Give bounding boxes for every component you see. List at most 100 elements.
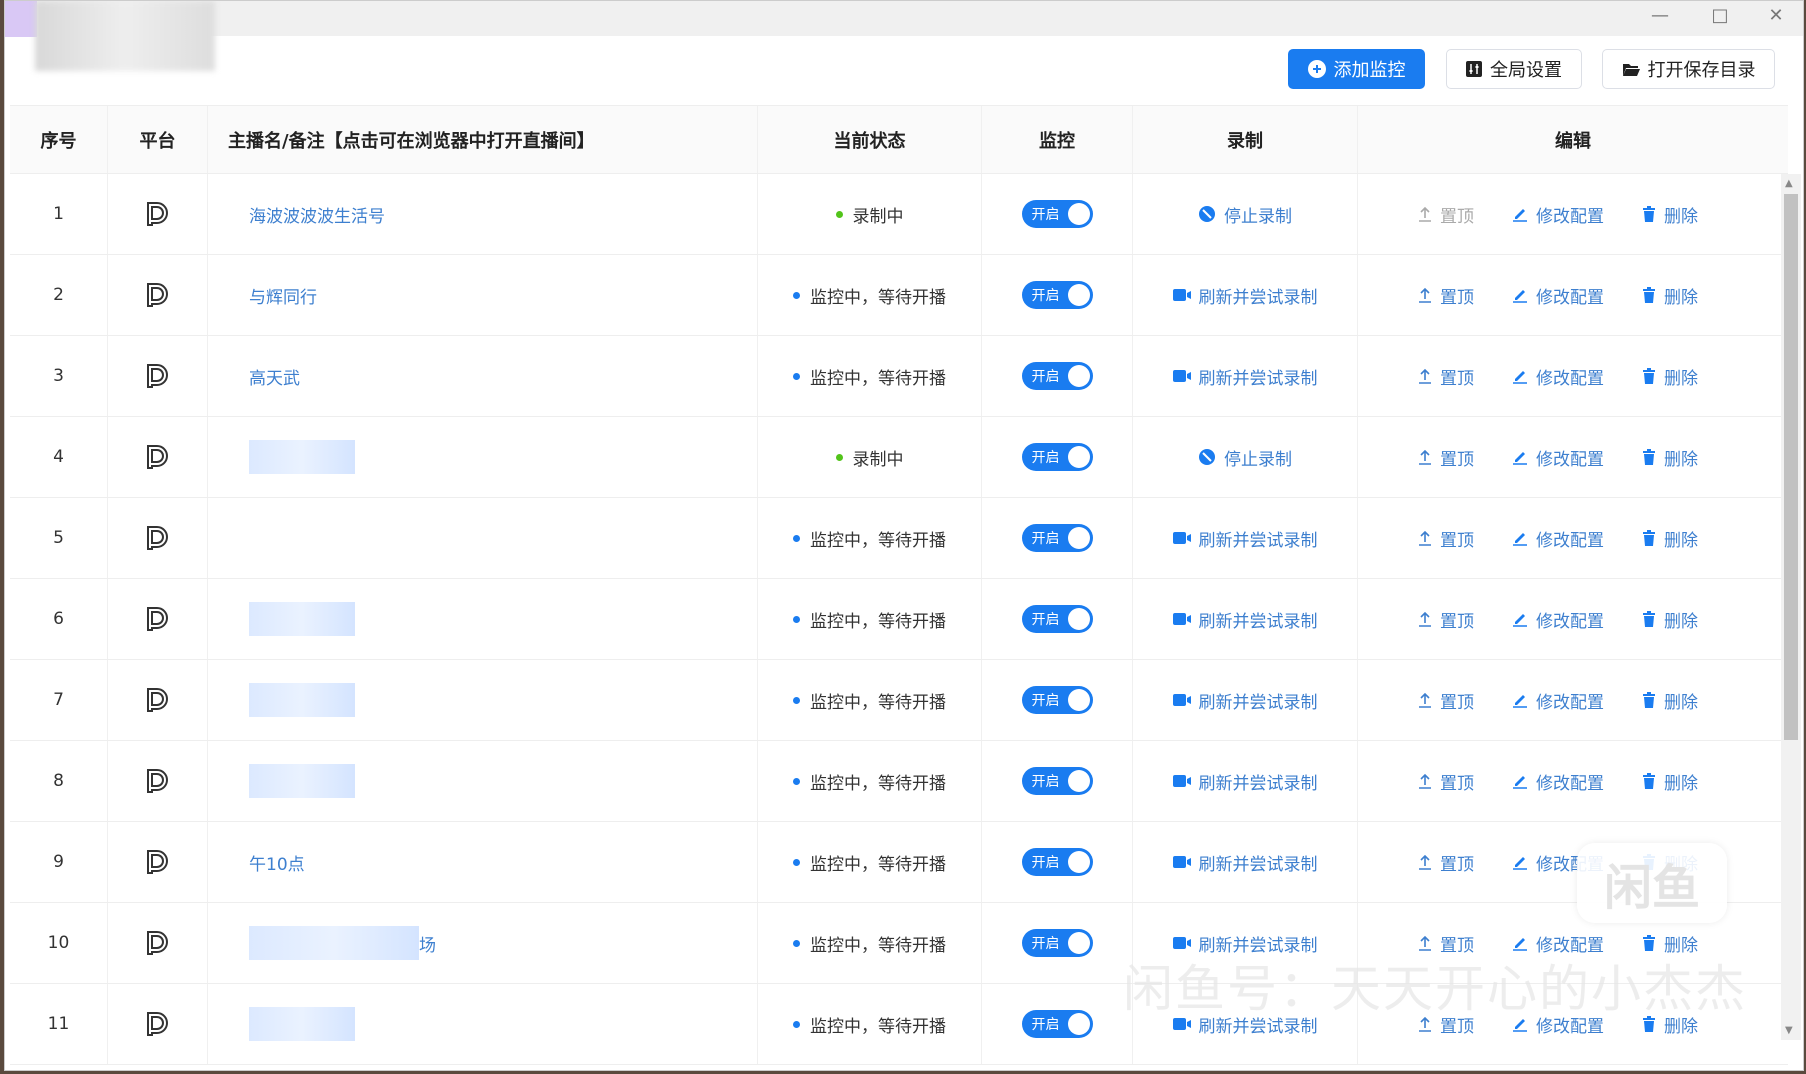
scroll-down-icon[interactable]: ▼ xyxy=(1785,1025,1793,1036)
modify-config-button[interactable]: 修改配置 xyxy=(1512,364,1604,389)
retry-record-button[interactable]: 刷新并尝试录制 xyxy=(1172,769,1318,794)
streamer-link[interactable]: 场 xyxy=(419,931,436,956)
streamer-link[interactable]: 与辉同行 xyxy=(249,283,317,308)
retry-record-button[interactable]: 刷新并尝试录制 xyxy=(1172,688,1318,713)
modify-config-button[interactable]: 修改配置 xyxy=(1512,1012,1604,1037)
monitor-toggle[interactable]: 开启 xyxy=(1021,767,1093,795)
retry-record-button[interactable]: 刷新并尝试录制 xyxy=(1172,931,1318,956)
platform-douyin-icon xyxy=(145,363,171,389)
modify-config-button[interactable]: 修改配置 xyxy=(1512,283,1604,308)
maximize-button[interactable]: □ xyxy=(1695,5,1745,26)
monitor-toggle[interactable]: 开启 xyxy=(1021,362,1093,390)
retry-record-label: 刷新并尝试录制 xyxy=(1198,935,1318,956)
vertical-scrollbar[interactable]: ▲ ▼ xyxy=(1781,174,1801,1040)
modify-config-button[interactable]: 修改配置 xyxy=(1512,769,1604,794)
modify-config-button[interactable]: 修改配置 xyxy=(1512,931,1604,956)
streamer-link[interactable]: 高天武 xyxy=(249,364,300,389)
retry-record-button[interactable]: 刷新并尝试录制 xyxy=(1172,526,1318,551)
scrollbar-thumb[interactable] xyxy=(1784,194,1798,740)
pin-top-button[interactable]: 置顶 xyxy=(1418,607,1474,632)
modify-config-button[interactable]: 修改配置 xyxy=(1512,688,1604,713)
modify-config-label: 修改配置 xyxy=(1536,530,1604,551)
modify-config-button[interactable]: 修改配置 xyxy=(1512,607,1604,632)
delete-button[interactable]: 删除 xyxy=(1642,1012,1698,1037)
retry-record-button[interactable]: 刷新并尝试录制 xyxy=(1172,364,1318,389)
monitor-toggle[interactable]: 开启 xyxy=(1021,929,1093,957)
delete-button[interactable]: 删除 xyxy=(1642,526,1698,551)
close-button[interactable]: ✕ xyxy=(1751,5,1801,26)
delete-button[interactable]: 删除 xyxy=(1642,445,1698,470)
status-dot-icon xyxy=(793,939,800,947)
delete-label: 删除 xyxy=(1664,611,1698,632)
streamer-link[interactable]: 海波波波波生活号 xyxy=(249,202,385,227)
monitor-toggle[interactable]: 开启 xyxy=(1021,281,1093,309)
monitor-cell: 开启 xyxy=(982,822,1133,902)
modify-config-label: 修改配置 xyxy=(1536,611,1604,632)
toggle-knob xyxy=(1067,284,1090,306)
row-index: 3 xyxy=(10,336,108,416)
video-camera-icon xyxy=(1172,936,1191,950)
pin-top-button[interactable]: 置顶 xyxy=(1418,283,1474,308)
upload-arrow-icon xyxy=(1418,530,1432,546)
pin-top-button[interactable]: 置顶 xyxy=(1418,364,1474,389)
modify-config-button[interactable]: 修改配置 xyxy=(1512,445,1604,470)
retry-record-button[interactable]: 刷新并尝试录制 xyxy=(1172,607,1318,632)
monitor-toggle[interactable]: 开启 xyxy=(1021,443,1093,471)
trash-icon xyxy=(1642,206,1656,222)
row-index: 10 xyxy=(10,903,108,983)
toggle-label: 开启 xyxy=(1031,288,1060,304)
record-cell: 刷新并尝试录制 xyxy=(1133,903,1358,983)
pin-top-button[interactable]: 置顶 xyxy=(1418,445,1474,470)
monitor-toggle[interactable]: 开启 xyxy=(1021,605,1093,633)
name-cell xyxy=(208,579,758,659)
modify-config-button[interactable]: 修改配置 xyxy=(1512,526,1604,551)
global-settings-button[interactable]: 全局设置 xyxy=(1446,49,1582,89)
table-row: 3 高天武 监控中，等待开播 开启 刷新并尝试录制 置顶 修改配置 删除 xyxy=(10,336,1788,417)
platform-douyin-icon xyxy=(145,201,171,227)
stop-record-button[interactable]: 停止录制 xyxy=(1198,445,1292,470)
retry-record-button[interactable]: 刷新并尝试录制 xyxy=(1172,850,1318,875)
delete-button[interactable]: 删除 xyxy=(1642,607,1698,632)
scroll-up-icon[interactable]: ▲ xyxy=(1785,178,1793,189)
retry-record-button[interactable]: 刷新并尝试录制 xyxy=(1172,283,1318,308)
retry-record-button[interactable]: 刷新并尝试录制 xyxy=(1172,1012,1318,1037)
monitor-toggle[interactable]: 开启 xyxy=(1021,200,1093,228)
streamer-link[interactable]: 午10点 xyxy=(249,850,305,875)
pin-top-button[interactable]: 置顶 xyxy=(1418,688,1474,713)
open-save-dir-button[interactable]: 打开保存目录 xyxy=(1602,49,1775,89)
row-index: 7 xyxy=(10,660,108,740)
toggle-label: 开启 xyxy=(1031,693,1060,709)
stop-record-button[interactable]: 停止录制 xyxy=(1198,202,1292,227)
delete-button[interactable]: 删除 xyxy=(1642,769,1698,794)
monitor-toggle[interactable]: 开启 xyxy=(1021,848,1093,876)
delete-button[interactable]: 删除 xyxy=(1642,202,1698,227)
monitor-toggle[interactable]: 开启 xyxy=(1021,686,1093,714)
minimize-button[interactable]: — xyxy=(1635,5,1685,26)
status-dot-icon xyxy=(793,291,800,299)
delete-button[interactable]: 删除 xyxy=(1642,364,1698,389)
status-dot-icon xyxy=(793,372,800,380)
video-camera-icon xyxy=(1172,774,1191,788)
pencil-icon xyxy=(1512,854,1528,870)
pencil-icon xyxy=(1512,935,1528,951)
table-row: 6 监控中，等待开播 开启 刷新并尝试录制 置顶 修改配置 删除 xyxy=(10,579,1788,660)
delete-button[interactable]: 删除 xyxy=(1642,283,1698,308)
status-dot-icon xyxy=(793,696,800,704)
status-cell: 监控中，等待开播 xyxy=(758,336,982,416)
monitor-cell: 开启 xyxy=(982,903,1133,983)
video-camera-icon xyxy=(1172,1017,1191,1031)
pin-top-button[interactable]: 置顶 xyxy=(1418,769,1474,794)
pin-top-button[interactable]: 置顶 xyxy=(1418,931,1474,956)
monitor-toggle[interactable]: 开启 xyxy=(1021,1010,1093,1038)
monitor-toggle[interactable]: 开启 xyxy=(1021,524,1093,552)
video-camera-icon xyxy=(1172,855,1191,869)
add-monitor-button[interactable]: 添加监控 xyxy=(1288,49,1425,89)
pin-top-label: 置顶 xyxy=(1440,206,1474,227)
pin-top-button[interactable]: 置顶 xyxy=(1418,850,1474,875)
modify-config-button[interactable]: 修改配置 xyxy=(1512,202,1604,227)
delete-button[interactable]: 删除 xyxy=(1642,931,1698,956)
table-body: 1 海波波波波生活号 录制中 开启 停止录制 置顶 修改配置 删除 2 与辉同行 监控中，等待开播开… xyxy=(10,174,1788,1065)
pin-top-button[interactable]: 置顶 xyxy=(1418,526,1474,551)
delete-button[interactable]: 删除 xyxy=(1642,688,1698,713)
pin-top-button[interactable]: 置顶 xyxy=(1418,1012,1474,1037)
